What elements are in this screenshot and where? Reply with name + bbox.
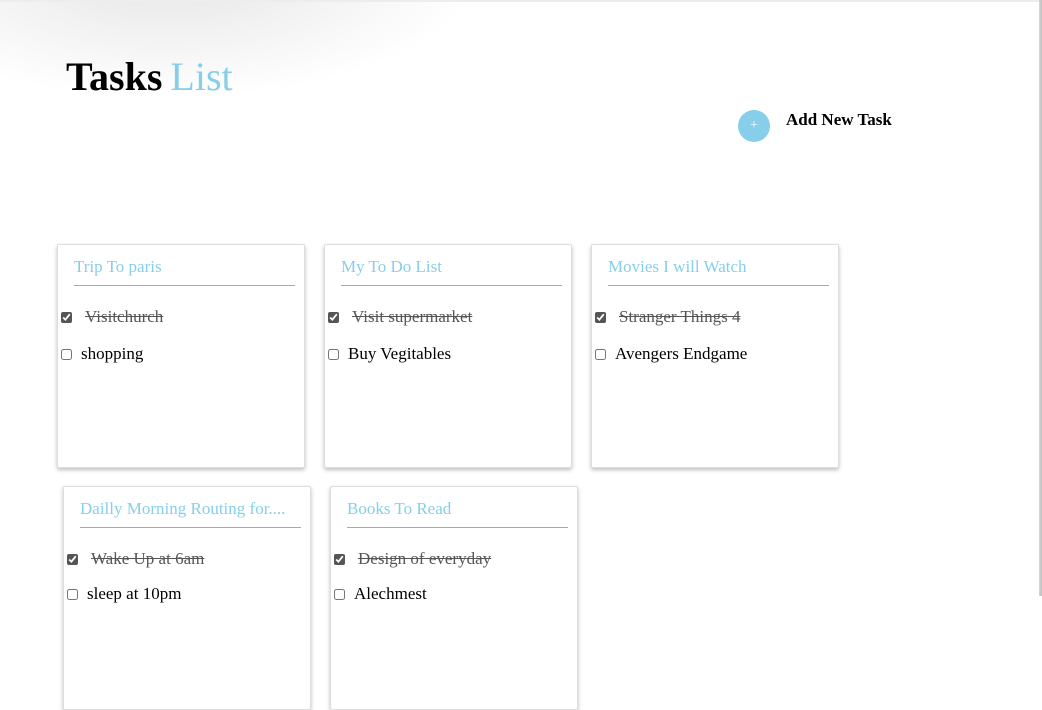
task-checkbox[interactable] xyxy=(67,553,78,565)
task-text: Avengers Endgame xyxy=(615,344,748,363)
task-item[interactable]: Buy Vegitables xyxy=(328,344,451,364)
task-text: Design of everyday xyxy=(358,549,492,568)
page-title-accent: List xyxy=(170,54,233,99)
list-title[interactable]: Books To Read xyxy=(347,499,568,528)
page-title-main: Tasks xyxy=(66,54,163,99)
task-item[interactable]: Wake Up at 6am xyxy=(67,549,204,569)
task-checkbox[interactable] xyxy=(595,311,606,323)
task-item[interactable]: sleep at 10pm xyxy=(67,584,181,604)
task-item[interactable]: Visitchurch xyxy=(61,307,163,327)
task-item[interactable]: Visit supermarket xyxy=(328,307,472,327)
task-checkbox[interactable] xyxy=(334,553,345,565)
task-checkbox[interactable] xyxy=(61,311,72,323)
task-checkbox[interactable] xyxy=(67,588,78,600)
task-text: Visitchurch xyxy=(85,307,164,326)
page-title: Tasks List xyxy=(66,52,233,102)
task-item[interactable]: Avengers Endgame xyxy=(595,344,747,364)
task-list-card: Dailly Morning Routing for.... Wake Up a… xyxy=(63,486,311,710)
task-text: sleep at 10pm xyxy=(87,584,182,603)
list-title[interactable]: My To Do List xyxy=(341,257,562,286)
task-checkbox[interactable] xyxy=(595,348,606,360)
add-task-button[interactable]: + xyxy=(738,110,770,142)
task-list-card: My To Do List Visit supermarket Buy Vegi… xyxy=(324,244,572,468)
task-text: Wake Up at 6am xyxy=(91,549,205,568)
task-item[interactable]: shopping xyxy=(61,344,143,364)
task-checkbox[interactable] xyxy=(328,311,339,323)
list-title[interactable]: Dailly Morning Routing for.... xyxy=(80,499,301,528)
task-checkbox[interactable] xyxy=(334,588,345,600)
task-list-card: Movies I will Watch Stranger Things 4 Av… xyxy=(591,244,839,468)
task-item[interactable]: Stranger Things 4 xyxy=(595,307,741,327)
task-list-card: Trip To paris Visitchurch shopping xyxy=(57,244,305,468)
add-task-control[interactable]: + Add New Task xyxy=(738,110,892,142)
add-task-label[interactable]: Add New Task xyxy=(786,110,892,130)
task-text: shopping xyxy=(81,344,144,363)
top-edge xyxy=(0,0,1042,2)
list-title[interactable]: Trip To paris xyxy=(74,257,295,286)
task-list-card: Books To Read Design of everyday Alechme… xyxy=(330,486,578,710)
task-item[interactable]: Design of everyday xyxy=(334,549,491,569)
task-text: Stranger Things 4 xyxy=(619,307,741,326)
task-text: Buy Vegitables xyxy=(348,344,452,363)
task-checkbox[interactable] xyxy=(328,348,339,360)
task-text: Alechmest xyxy=(354,584,427,603)
task-text: Visit supermarket xyxy=(352,307,473,326)
task-item[interactable]: Alechmest xyxy=(334,584,427,604)
list-title[interactable]: Movies I will Watch xyxy=(608,257,829,286)
task-checkbox[interactable] xyxy=(61,348,72,360)
